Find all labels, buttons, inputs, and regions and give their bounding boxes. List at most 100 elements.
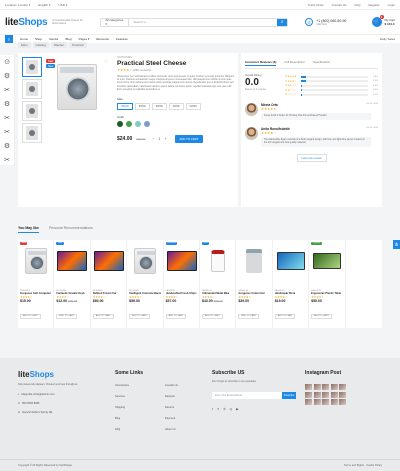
footer-link[interactable]: About Us <box>165 428 215 431</box>
nav-elements[interactable]: Elements <box>96 37 109 41</box>
tab-you-may-like[interactable]: You May like <box>18 226 39 233</box>
product-tile[interactable]: Popular FASHION Ergonomic Plastic Table ★★★… <box>309 240 346 328</box>
plus-icon[interactable]: + <box>164 137 166 141</box>
share-icon[interactable]: ⋔ <box>393 240 400 249</box>
location-select[interactable]: Location: London ▾ <box>5 3 30 7</box>
instagram-photo[interactable] <box>330 399 338 405</box>
size-option[interactable]: 90X00 <box>151 103 167 111</box>
footer-link[interactable]: Shipping <box>115 406 165 409</box>
daily-sales-link[interactable]: Daily Sales <box>380 37 395 41</box>
product-tile[interactable]: FASHION Handmade Pizza ★★★★☆ $19.00 ADD TO C… <box>273 240 310 328</box>
nav-shop[interactable]: Shop <box>35 37 42 41</box>
color-swatch[interactable] <box>117 121 123 128</box>
size-option[interactable]: 60X00 <box>185 103 201 111</box>
currency-select[interactable]: USD ▾ <box>59 3 68 7</box>
youtube-icon[interactable]: ▶ <box>236 407 238 411</box>
language-select[interactable]: English ▾ <box>38 3 50 7</box>
product-tile[interactable]: New MODERN Fantastic Granite Keyb ★★★★☆ $12.… <box>54 240 91 328</box>
facebook-icon[interactable]: f <box>212 407 213 411</box>
thumbnail[interactable] <box>22 57 42 77</box>
breadcrumb-item[interactable]: Catalog <box>32 42 49 48</box>
thumbnail[interactable] <box>22 101 42 121</box>
tab-description[interactable]: Full Description <box>284 60 305 66</box>
main-product-image[interactable]: Sale New <box>45 57 109 117</box>
phone-number[interactable]: +1 (800) 060-60-90 <box>316 19 346 23</box>
load-more-reviews-button[interactable]: Load more reviews <box>296 154 327 162</box>
footer-link[interactable]: Blog <box>115 417 165 420</box>
product-tile[interactable]: Featured FASHION Handcrafted Fresh Chips ★★… <box>164 240 200 328</box>
product-image[interactable] <box>311 244 343 278</box>
minus-icon[interactable]: − <box>152 137 154 141</box>
footer-link[interactable]: FAQ <box>115 428 165 431</box>
product-image[interactable] <box>238 244 270 278</box>
tab-reviews[interactable]: Customer Reviews (3) <box>245 60 277 66</box>
nav-pages[interactable]: Pages ▾ <box>79 37 90 41</box>
add-to-cart-button[interactable]: ADD TO CART <box>129 313 150 319</box>
washer-icon[interactable]: ⊙ <box>4 59 10 66</box>
instagram-icon[interactable]: ◎ <box>230 407 233 411</box>
instagram-photo[interactable] <box>322 391 329 398</box>
tab-specification[interactable]: Specification <box>313 60 330 66</box>
instagram-photo[interactable] <box>339 391 346 398</box>
breadcrumb-item[interactable]: Main <box>18 42 31 48</box>
wishlist-icon[interactable]: ♡ <box>104 59 108 65</box>
register-link[interactable]: Register <box>368 3 379 7</box>
terms-link[interactable]: Terms and Rights <box>344 464 364 467</box>
breadcrumb-item[interactable]: Washer <box>50 42 68 48</box>
contact-link[interactable]: Contact Us <box>332 3 347 7</box>
tool-icon[interactable]: ✂ <box>4 157 10 164</box>
add-to-cart-button[interactable]: ADD TO CART <box>201 313 223 319</box>
product-tile[interactable]: MODERN Intelligent Concrete Bacon ★★★★☆ $56… <box>127 240 164 328</box>
settings-icon[interactable]: ⚙ <box>4 143 10 150</box>
instagram-photo[interactable] <box>313 384 321 390</box>
add-to-cart-button[interactable]: ADD TO CART <box>165 313 187 319</box>
product-image[interactable] <box>166 244 198 278</box>
add-to-cart-button[interactable]: ADD TO CART <box>20 313 41 319</box>
add-to-cart-button[interactable]: ADD TO CART <box>274 313 296 319</box>
thumbnail[interactable] <box>22 79 42 99</box>
footer-logo[interactable]: liteShops <box>18 370 88 379</box>
product-tile[interactable]: MODERN Refined Frozen Car ★★★★☆ $60.00 ADD T… <box>91 240 128 328</box>
tool-icon[interactable]: ✂ <box>4 129 10 136</box>
site-logo[interactable]: liteShops <box>5 17 48 28</box>
track-order-link[interactable]: Track Order <box>308 3 324 7</box>
nav-home[interactable]: Home <box>20 37 28 41</box>
product-tile[interactable]: Sale MODERN Gorgeous Soft Computer ★★★★☆ $15… <box>18 240 55 328</box>
instagram-photo[interactable] <box>322 399 329 405</box>
product-image[interactable] <box>93 244 125 278</box>
add-to-cart-button[interactable]: ADD TO CART <box>174 135 204 144</box>
tab-personal-recommendations[interactable]: Personal Recommendations <box>49 226 93 233</box>
search-button[interactable]: ⌕ <box>277 18 288 26</box>
email-field[interactable]: Enter Your Email Address <box>212 391 282 399</box>
footer-link[interactable]: Payment <box>165 417 215 420</box>
product-image[interactable] <box>129 244 161 278</box>
faq-link[interactable]: FAQ <box>354 3 360 7</box>
menu-icon[interactable]: ≡ <box>5 35 13 43</box>
add-to-cart-button[interactable]: ADD TO CART <box>311 313 332 319</box>
category-select[interactable]: All categories ▾ <box>101 18 130 26</box>
settings-icon[interactable]: ⚙ <box>4 101 10 108</box>
product-image[interactable] <box>56 244 88 278</box>
rating-count[interactable]: (250 reviews) <box>133 68 151 72</box>
pinterest-icon[interactable]: ℗ <box>223 407 225 411</box>
tool-icon[interactable]: ✂ <box>4 87 10 94</box>
twitter-icon[interactable]: ✦ <box>217 407 220 411</box>
product-image[interactable] <box>20 244 52 278</box>
size-option[interactable]: 60X00 <box>134 103 150 111</box>
add-to-cart-button[interactable]: ADD TO CART <box>238 313 260 319</box>
product-tile[interactable]: Best FASHION Unbranded Metal Bike ★★★★☆ $43.… <box>200 240 237 328</box>
thumbnail[interactable] <box>22 123 42 143</box>
cookie-link[interactable]: Cookie Policy <box>366 464 382 467</box>
product-tile[interactable]: FASHION Gorgeous Cotton Hat ★★★★☆ $39.00 ADD… <box>236 240 273 328</box>
color-swatch[interactable] <box>126 121 132 128</box>
instagram-photo[interactable] <box>322 384 329 390</box>
tool-icon[interactable]: ✂ <box>4 115 10 122</box>
instagram-photo[interactable] <box>305 399 312 405</box>
footer-link[interactable]: Contact Us <box>165 384 215 387</box>
size-option[interactable]: 40X00 <box>168 103 184 111</box>
footer-link[interactable]: Services <box>115 395 165 398</box>
footer-link[interactable]: Returns <box>165 406 215 409</box>
product-category[interactable]: OUTDOORS <box>117 56 235 59</box>
product-image[interactable] <box>202 244 234 278</box>
footer-link[interactable]: Reviews <box>165 395 215 398</box>
